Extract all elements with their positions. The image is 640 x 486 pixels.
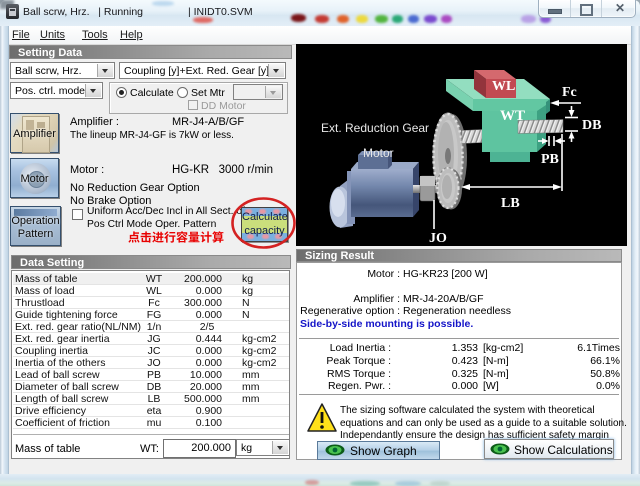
- svg-text:Ext. Reduction Gear: Ext. Reduction Gear: [321, 121, 429, 135]
- svg-text:Fc: Fc: [562, 85, 577, 100]
- svg-text:DB: DB: [582, 118, 601, 133]
- svg-text:Motor: Motor: [363, 146, 394, 160]
- svg-text:WL: WL: [492, 79, 515, 94]
- svg-text:LB: LB: [501, 196, 520, 211]
- svg-text:JO: JO: [429, 231, 447, 246]
- svg-text:WT: WT: [500, 108, 525, 124]
- svg-text:PB: PB: [541, 152, 559, 167]
